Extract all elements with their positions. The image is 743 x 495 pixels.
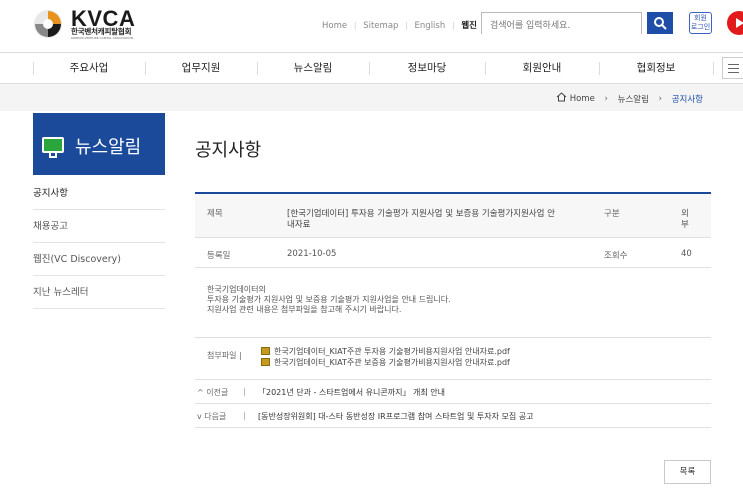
post-date: 2021-10-05 (287, 249, 337, 259)
home-icon[interactable] (556, 92, 567, 105)
chevron-right-icon: › (658, 93, 663, 104)
gnb-item-membership[interactable]: 회원안내 (485, 53, 599, 83)
search-icon (654, 17, 667, 30)
sidebar-menu: 공지사항 채용공고 웹진(VC Discovery) 지난 뉴스레터 (33, 177, 165, 309)
attachments-label: 첨부파일 | (207, 351, 242, 360)
gnb-item-news[interactable]: 뉴스알림 (257, 53, 369, 83)
all-menu-button[interactable] (722, 57, 743, 79)
title-row: 제목 [한국기업데이터] 투자용 기술평가 지원사업 및 보증용 기술평가지원사… (195, 194, 711, 238)
prev-post-label: ^ 이전글 (197, 388, 229, 397)
gnb-item-main-business[interactable]: 주요사업 (33, 53, 145, 83)
hamburger-icon-line (728, 68, 739, 69)
file-icon (261, 347, 270, 355)
logo-english-name: KOREAN VENTURE CAPITAL ASSOCIATION (71, 36, 134, 40)
next-post-link[interactable]: [동반성장위원회] 대-스타 동반성장 IR프로그램 참여 스타트업 및 투자자… (258, 411, 533, 422)
english-link[interactable]: English (415, 21, 446, 31)
breadcrumb-home[interactable]: Home (570, 94, 595, 104)
home-link[interactable]: Home (322, 21, 347, 31)
search-input[interactable] (482, 16, 641, 36)
prev-post-row: ^ 이전글 | 「2021년 단과 - 스타트업에서 유니콘까지」 개최 안내 (195, 380, 711, 404)
chevron-right-icon: › (604, 93, 608, 104)
notice-detail: 제목 [한국기업데이터] 투자용 기술평가 지원사업 및 보증용 기술평가지원사… (195, 192, 711, 428)
monitor-stand (49, 153, 57, 158)
hamburger-icon-line (728, 72, 739, 73)
sidebar-item-recruit[interactable]: 채용공고 (33, 210, 165, 243)
webzine-link[interactable]: 웹진 (461, 19, 477, 31)
member-login-button[interactable]: 회원 로그인 (689, 12, 712, 34)
body-line: 지원사업 관련 내용은 첨부파일을 참고해 주시기 바랍니다. (207, 305, 402, 314)
breadcrumb-current[interactable]: 공지사항 (672, 93, 703, 105)
post-title-line1: [한국기업데이터] 투자용 기술평가 지원사업 및 보증용 기술평가지원사업 안 (287, 209, 555, 219)
youtube-icon[interactable] (727, 11, 743, 35)
date-row: 등록일 2021-10-05 조회수 40 (195, 238, 711, 268)
next-post-label: v 다음글 (197, 412, 227, 421)
list-button[interactable]: 목록 (664, 460, 711, 484)
attachment-filename: 한국기업데이터_KIAT주관 보증용 기술평가비용지원사업 안내자료.pdf (274, 358, 510, 367)
post-views: 40 (681, 249, 692, 259)
kvca-logo[interactable]: KVCA 한국벤처캐피탈협회 KOREAN VENTURE CAPITAL AS… (33, 6, 158, 40)
post-title-line2: 내자료 (287, 220, 311, 230)
utility-links: Home | Sitemap | English | 웹진 (322, 19, 477, 31)
kvca-logo-icon (34, 10, 62, 38)
breadcrumb-section[interactable]: 뉴스알림 (618, 93, 649, 105)
category-label: 구분 (604, 209, 620, 219)
divider (713, 62, 714, 75)
divider: | (405, 21, 408, 30)
sidebar-title: 뉴스알림 (75, 137, 142, 158)
divider: | (243, 411, 246, 420)
next-post-row: v 다음글 | [동반성장위원회] 대-스타 동반성장 IR프로그램 참여 스타… (195, 404, 711, 428)
hamburger-icon (728, 64, 739, 65)
main-navigation: 주요사업 업무지원 뉴스알림 정보마당 회원안내 협회정보 (0, 52, 743, 84)
attachments-row: 첨부파일 | 한국기업데이터_KIAT주관 투자용 기술평가비용지원사업 안내자… (195, 338, 711, 380)
post-body: 한국기업데이터의 투자용 기술평가 지원사업 및 보증용 기술평가 지원사업을 … (195, 268, 711, 338)
attachment-file[interactable]: 한국기업데이터_KIAT주관 보증용 기술평가비용지원사업 안내자료.pdf (261, 357, 510, 368)
login-line2: 로그인 (690, 23, 711, 31)
sidebar-item-newsletter[interactable]: 지난 뉴스레터 (33, 276, 165, 309)
search-box (481, 12, 642, 36)
breadcrumb-bar: Home › 뉴스알림 › 공지사항 (0, 84, 743, 111)
views-label: 조회수 (604, 251, 628, 261)
sidebar-item-webzine[interactable]: 웹진(VC Discovery) (33, 243, 165, 276)
search-button[interactable] (647, 12, 673, 34)
category-value-line2: 부 (681, 220, 689, 230)
divider: | (243, 387, 246, 396)
page-title: 공지사항 (195, 140, 262, 161)
sitemap-link[interactable]: Sitemap (363, 21, 398, 31)
attachment-filename: 한국기업데이터_KIAT주관 투자용 기술평가비용지원사업 안내자료.pdf (274, 347, 510, 356)
body-line: 투자용 기술평가 지원사업 및 보증용 기술평가 지원사업을 안내 드립니다. (207, 295, 451, 304)
body-line: 한국기업데이터의 (207, 285, 266, 294)
breadcrumb: Home › 뉴스알림 › 공지사항 (556, 92, 703, 105)
monitor-icon (42, 137, 64, 153)
file-icon (261, 358, 270, 366)
divider: | (451, 21, 455, 30)
date-label: 등록일 (207, 251, 231, 261)
gnb-item-info[interactable]: 정보마당 (369, 53, 485, 83)
gnb-item-work-support[interactable]: 업무지원 (145, 53, 257, 83)
title-label: 제목 (207, 209, 223, 219)
header: KVCA 한국벤처캐피탈협회 KOREAN VENTURE CAPITAL AS… (0, 0, 743, 48)
sidebar-item-notice[interactable]: 공지사항 (33, 177, 165, 210)
login-line1: 회원 (694, 14, 707, 22)
divider: | (353, 21, 357, 30)
sidebar-header: 뉴스알림 (33, 113, 165, 175)
attachment-file[interactable]: 한국기업데이터_KIAT주관 투자용 기술평가비용지원사업 안내자료.pdf (261, 346, 510, 357)
gnb-item-association[interactable]: 협회정보 (599, 53, 713, 83)
prev-post-link[interactable]: 「2021년 단과 - 스타트업에서 유니콘까지」 개최 안내 (258, 387, 445, 398)
